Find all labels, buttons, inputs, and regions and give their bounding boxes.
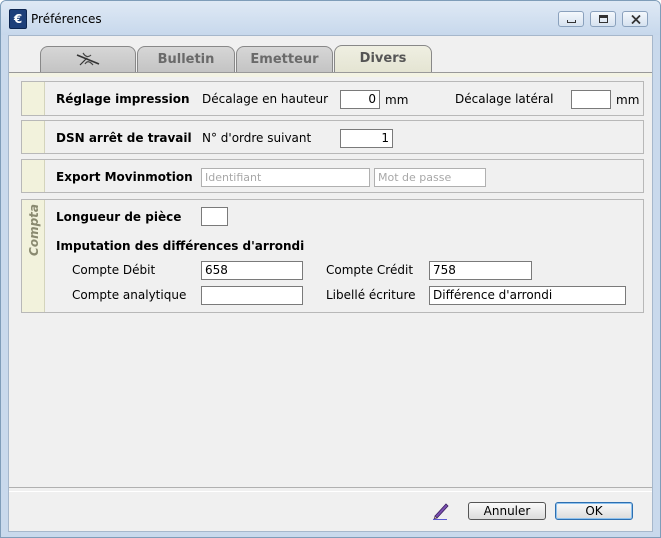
ordre-input[interactable]: 1 xyxy=(340,129,393,148)
compte-credit-input[interactable]: 758 xyxy=(429,261,532,280)
compta-side-label: Compta xyxy=(27,204,41,256)
analytique-input[interactable] xyxy=(201,286,303,305)
tab-bar: Bulletin Emetteur Divers xyxy=(9,36,652,73)
password-input[interactable]: Mot de passe xyxy=(374,168,486,187)
preferences-window: € Préférences Bulletin Emetteur Divers R… xyxy=(0,0,661,538)
window-title: Préférences xyxy=(31,12,102,26)
libelle-label: Libellé écriture xyxy=(326,288,416,302)
imputation-title: Imputation des différences d'arrondi xyxy=(56,239,305,253)
compte-debit-input[interactable]: 658 xyxy=(201,261,303,280)
cancel-button[interactable]: Annuler xyxy=(468,502,546,520)
minimize-icon xyxy=(567,20,576,23)
lateral-unit: mm xyxy=(616,93,640,107)
hauteur-label: Décalage en hauteur xyxy=(202,92,329,106)
euro-app-icon: € xyxy=(9,9,27,29)
section-sidebar xyxy=(22,160,45,192)
tab-emetteur[interactable]: Emetteur xyxy=(236,46,333,72)
close-button[interactable] xyxy=(622,11,648,27)
longueur-input[interactable] xyxy=(201,207,228,226)
maximize-icon xyxy=(599,15,608,23)
section-export-movinmotion: Export Movinmotion Identifiant Mot de pa… xyxy=(21,159,644,193)
compte-debit-label: Compte Débit xyxy=(72,263,156,277)
tab-content-band xyxy=(9,73,652,77)
section-sidebar xyxy=(22,82,45,115)
close-icon xyxy=(631,15,641,24)
ok-button[interactable]: OK xyxy=(555,502,633,520)
lateral-input[interactable] xyxy=(571,90,611,109)
ordre-label: N° d'ordre suivant xyxy=(202,131,312,145)
minimize-button[interactable] xyxy=(558,11,584,27)
section-sidebar xyxy=(22,121,45,153)
analytique-label: Compte analytique xyxy=(72,288,187,302)
dialog-client-area: Bulletin Emetteur Divers Réglage impress… xyxy=(8,35,653,532)
pencil-icon[interactable] xyxy=(431,500,451,520)
maximize-button[interactable] xyxy=(590,11,616,27)
title-bar[interactable]: € Préférences xyxy=(1,1,660,35)
tab-general[interactable] xyxy=(40,46,136,72)
tab-bulletin[interactable]: Bulletin xyxy=(137,46,235,72)
identifiant-input[interactable]: Identifiant xyxy=(201,168,370,187)
reglage-title: Réglage impression xyxy=(56,92,190,106)
dsn-title: DSN arrêt de travail xyxy=(56,131,192,145)
export-title: Export Movinmotion xyxy=(56,170,193,184)
compta-sidebar: Compta xyxy=(22,200,45,312)
dragonfly-icon xyxy=(76,52,100,66)
libelle-input[interactable]: Différence d'arrondi xyxy=(429,286,626,305)
lateral-label: Décalage latéral xyxy=(455,92,554,106)
hauteur-input[interactable]: 0 xyxy=(340,90,380,109)
compte-credit-label: Compte Crédit xyxy=(326,263,414,277)
footer-divider xyxy=(9,487,652,492)
longueur-label: Longueur de pièce xyxy=(56,210,182,224)
section-compta: Compta Longueur de pièce Imputation des … xyxy=(21,199,644,313)
hauteur-unit: mm xyxy=(385,93,409,107)
section-reglage-impression: Réglage impression Décalage en hauteur 0… xyxy=(21,81,644,116)
tab-divers[interactable]: Divers xyxy=(334,45,432,73)
section-dsn: DSN arrêt de travail N° d'ordre suivant … xyxy=(21,120,644,154)
